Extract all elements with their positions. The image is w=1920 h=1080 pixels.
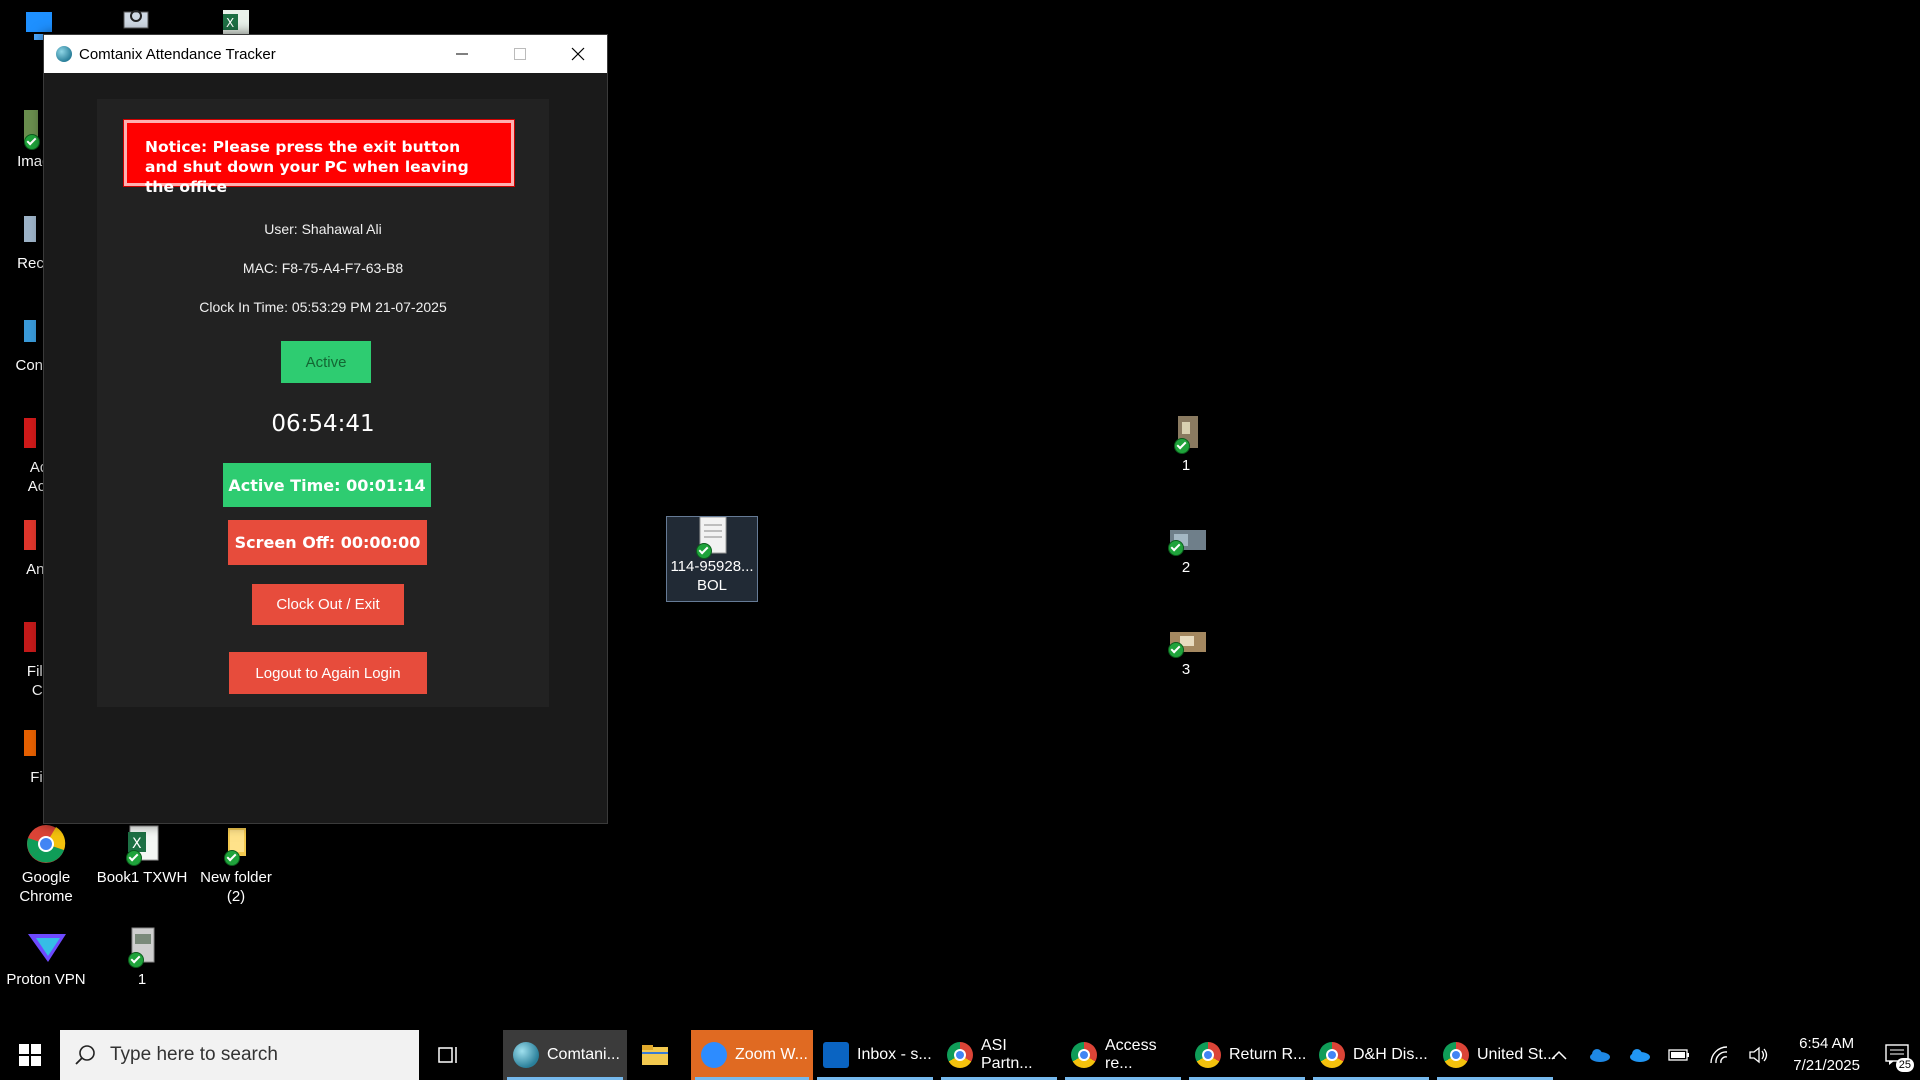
clock-out-exit-button[interactable]: Clock Out / Exit: [252, 584, 404, 625]
desktop-icon-file-right-3[interactable]: 3: [1140, 616, 1232, 679]
chrome-icon: [1319, 1042, 1345, 1068]
search-icon: [75, 1045, 95, 1065]
search-placeholder: Type here to search: [110, 1044, 278, 1065]
logout-button[interactable]: Logout to Again Login: [229, 652, 427, 694]
start-button[interactable]: [0, 1030, 60, 1080]
minimize-icon: [456, 53, 468, 55]
volume-button[interactable]: [1739, 1030, 1779, 1080]
image-file-icon: [1166, 514, 1206, 556]
folder-icon: [216, 824, 256, 866]
sync-check-icon: [1168, 540, 1184, 556]
taskbar-app-zoom[interactable]: Zoom W...: [691, 1030, 813, 1080]
mac-address-label: MAC: F8-75-A4-F7-63-B8: [242, 260, 404, 276]
desktop-icon-file-1[interactable]: 1: [96, 926, 188, 989]
battery-button[interactable]: [1659, 1030, 1699, 1080]
chrome-icon: [1071, 1042, 1097, 1068]
desktop-icon-file-right-1[interactable]: 1: [1140, 412, 1232, 475]
proton-vpn-icon: [26, 926, 66, 964]
desktop-icon-proton-vpn[interactable]: Proton VPN: [0, 926, 92, 989]
system-tray: 6:54 AM 7/21/2025 25: [1539, 1030, 1920, 1080]
taskbar-app-comtanix[interactable]: Comtani...: [503, 1030, 627, 1080]
close-button[interactable]: [549, 35, 607, 73]
image-file-icon: [1166, 616, 1206, 658]
battery-icon: [1668, 1049, 1690, 1061]
chrome-icon: [947, 1042, 973, 1068]
status-badge: Active: [281, 341, 371, 383]
sync-check-icon: [224, 850, 240, 866]
svg-text:X: X: [226, 16, 234, 30]
sync-check-icon: [128, 952, 144, 968]
excel-icon: X: [122, 824, 162, 866]
sync-check-icon: [1174, 438, 1190, 454]
taskbar-file-explorer[interactable]: [627, 1030, 683, 1080]
window-titlebar[interactable]: Comtanix Attendance Tracker: [44, 35, 607, 73]
attendance-tracker-window: Comtanix Attendance Tracker Notice: Plea…: [43, 34, 608, 824]
maximize-icon: [514, 48, 526, 60]
zoom-icon: [701, 1042, 727, 1068]
tracker-panel: Notice: Please press the exit button and…: [97, 99, 549, 707]
notification-count-badge: 25: [1895, 1058, 1914, 1072]
desktop-icon-new-folder[interactable]: New folder (2): [190, 824, 282, 906]
sync-check-icon: [24, 134, 40, 150]
window-title: Comtanix Attendance Tracker: [79, 45, 276, 63]
action-center-button[interactable]: 25: [1874, 1030, 1920, 1080]
sync-check-icon: [126, 850, 142, 866]
speaker-icon: [1749, 1046, 1768, 1064]
wifi-button[interactable]: [1699, 1030, 1739, 1080]
clock-in-time-label: Clock In Time: 05:53:29 PM 21-07-2025: [199, 299, 447, 315]
screen-off-display: Screen Off: 00:00:00: [228, 520, 427, 565]
comtanix-logo-icon: [56, 46, 72, 62]
comtanix-icon: [513, 1042, 539, 1068]
chrome-icon: [1443, 1042, 1469, 1068]
taskbar-app-chrome-dh[interactable]: D&H Dis...: [1309, 1030, 1433, 1080]
minimize-button[interactable]: [433, 35, 491, 73]
desktop-icon-file-right-2[interactable]: 2: [1140, 514, 1232, 577]
wifi-icon: [1710, 1046, 1728, 1064]
chrome-icon: [1195, 1042, 1221, 1068]
maximize-button[interactable]: [491, 35, 549, 73]
taskbar-app-chrome-access[interactable]: Access re...: [1061, 1030, 1185, 1080]
taskbar: Type here to search Comtani... Zoom W...…: [0, 1030, 1920, 1080]
close-icon: [571, 47, 585, 61]
chevron-up-icon: [1551, 1050, 1567, 1060]
notice-banner: Notice: Please press the exit button and…: [124, 120, 514, 196]
chrome-icon: [26, 824, 66, 863]
onedrive-business-button[interactable]: [1619, 1030, 1659, 1080]
task-view-button[interactable]: [419, 1030, 479, 1080]
onedrive-button[interactable]: [1579, 1030, 1619, 1080]
show-hidden-icons-button[interactable]: [1539, 1030, 1579, 1080]
clock-date: 7/21/2025: [1793, 1057, 1860, 1074]
user-name-label: User: Shahawal Ali: [264, 221, 382, 237]
taskbar-clock[interactable]: 6:54 AM 7/21/2025: [1779, 1033, 1874, 1077]
windows-logo-icon: [19, 1044, 41, 1066]
outlook-icon: [823, 1042, 849, 1068]
clock-time: 6:54 AM: [1799, 1035, 1855, 1052]
document-file-icon: [692, 516, 732, 559]
onedrive-icon: [1630, 1049, 1651, 1062]
active-time-display: Active Time: 00:01:14: [223, 463, 431, 507]
taskbar-app-chrome-return[interactable]: Return R...: [1185, 1030, 1309, 1080]
sync-check-icon: [1168, 642, 1184, 658]
file-explorer-icon: [642, 1045, 668, 1065]
onedrive-icon: [1590, 1049, 1611, 1062]
desktop-icon-google-chrome[interactable]: Google Chrome: [0, 824, 92, 906]
task-view-icon: [438, 1047, 457, 1063]
current-time-display: 06:54:41: [271, 411, 375, 437]
image-file-icon: [122, 926, 162, 968]
taskbar-app-chrome-asi[interactable]: ASI Partn...: [937, 1030, 1061, 1080]
sync-check-icon: [696, 543, 712, 559]
taskbar-app-outlook[interactable]: Inbox - s...: [813, 1030, 937, 1080]
desktop-icon-bol-file[interactable]: 114-95928... BOL: [666, 516, 758, 602]
taskbar-search-box[interactable]: Type here to search: [60, 1030, 419, 1080]
desktop-icon-book1[interactable]: X Book1 TXWH: [96, 824, 188, 887]
image-file-icon: [1166, 412, 1206, 454]
